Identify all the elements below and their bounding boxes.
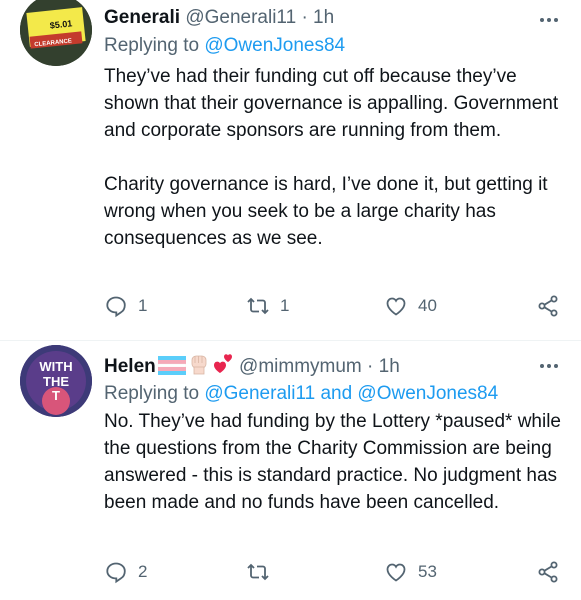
handle[interactable]: @mimmymum <box>239 356 362 377</box>
avatar-text-2: THE <box>43 374 69 389</box>
avatar-price-tag-image: $5.01 CLEARANCE <box>20 0 92 66</box>
tweet-header: Helen @mimmymum · 1h <box>104 353 400 379</box>
retweet-button[interactable] <box>246 557 280 587</box>
mention-link[interactable]: @Generali11 and @OwenJones84 <box>204 383 498 404</box>
separator: · <box>301 7 308 28</box>
mention-link[interactable]: @OwenJones84 <box>204 35 345 56</box>
share-button[interactable] <box>536 291 560 321</box>
retweet-count: 1 <box>280 296 290 315</box>
share-icon <box>538 561 558 583</box>
timestamp[interactable]: 1h <box>379 356 400 377</box>
retweet-icon <box>247 563 269 581</box>
display-name[interactable]: Helen <box>104 356 156 377</box>
reply-count: 2 <box>138 562 148 581</box>
tweet-generali[interactable]: $5.01 CLEARANCE Generali @Generali11 · 1… <box>0 0 581 341</box>
replying-to-label: Replying to <box>104 35 200 56</box>
tweet-text: They’ve had their funding cut off becaus… <box>104 66 559 249</box>
avatar[interactable]: $5.01 CLEARANCE <box>20 0 92 66</box>
action-bar: 2 53 <box>104 557 564 587</box>
like-button[interactable]: 53 <box>384 557 437 587</box>
retweet-icon <box>247 297 269 315</box>
replying-to-label: Replying to <box>104 383 200 404</box>
two-hearts-icon <box>210 354 234 377</box>
like-count: 53 <box>418 562 437 581</box>
more-horizontal-icon[interactable] <box>537 354 561 378</box>
reply-count: 1 <box>138 296 148 315</box>
retweet-button[interactable]: 1 <box>246 291 289 321</box>
avatar-text-3: T <box>52 388 60 403</box>
replying-to: Replying to @OwenJones84 <box>104 34 345 58</box>
handle[interactable]: @Generali11 <box>185 7 296 28</box>
reply-icon <box>106 296 126 318</box>
reply-button[interactable]: 1 <box>104 291 147 321</box>
reply-button[interactable]: 2 <box>104 557 147 587</box>
tweet-helen[interactable]: WITH THE T Helen @mimmymum · 1h Replying… <box>0 340 581 600</box>
like-count: 40 <box>418 296 437 315</box>
tweet-text: No. They’ve had funding by the Lottery *… <box>104 411 567 513</box>
replying-to: Replying to @Generali11 and @OwenJones84 <box>104 382 498 406</box>
transgender-flag-icon <box>156 356 186 377</box>
action-bar: 1 1 40 <box>104 291 564 321</box>
heart-icon <box>386 563 406 582</box>
avatar-badge-image: WITH THE T <box>20 345 92 417</box>
avatar-text-1: WITH <box>39 359 72 374</box>
separator: · <box>367 356 374 377</box>
more-horizontal-icon[interactable] <box>537 8 561 32</box>
raised-fist-icon <box>186 355 210 377</box>
like-button[interactable]: 40 <box>384 291 437 321</box>
avatar[interactable]: WITH THE T <box>20 345 92 417</box>
heart-icon <box>386 297 406 316</box>
display-name[interactable]: Generali <box>104 7 180 28</box>
share-icon <box>538 295 558 317</box>
reply-icon <box>106 562 126 584</box>
timestamp[interactable]: 1h <box>313 7 334 28</box>
share-button[interactable] <box>536 557 560 587</box>
tweet-header: Generali @Generali11 · 1h <box>104 6 334 30</box>
